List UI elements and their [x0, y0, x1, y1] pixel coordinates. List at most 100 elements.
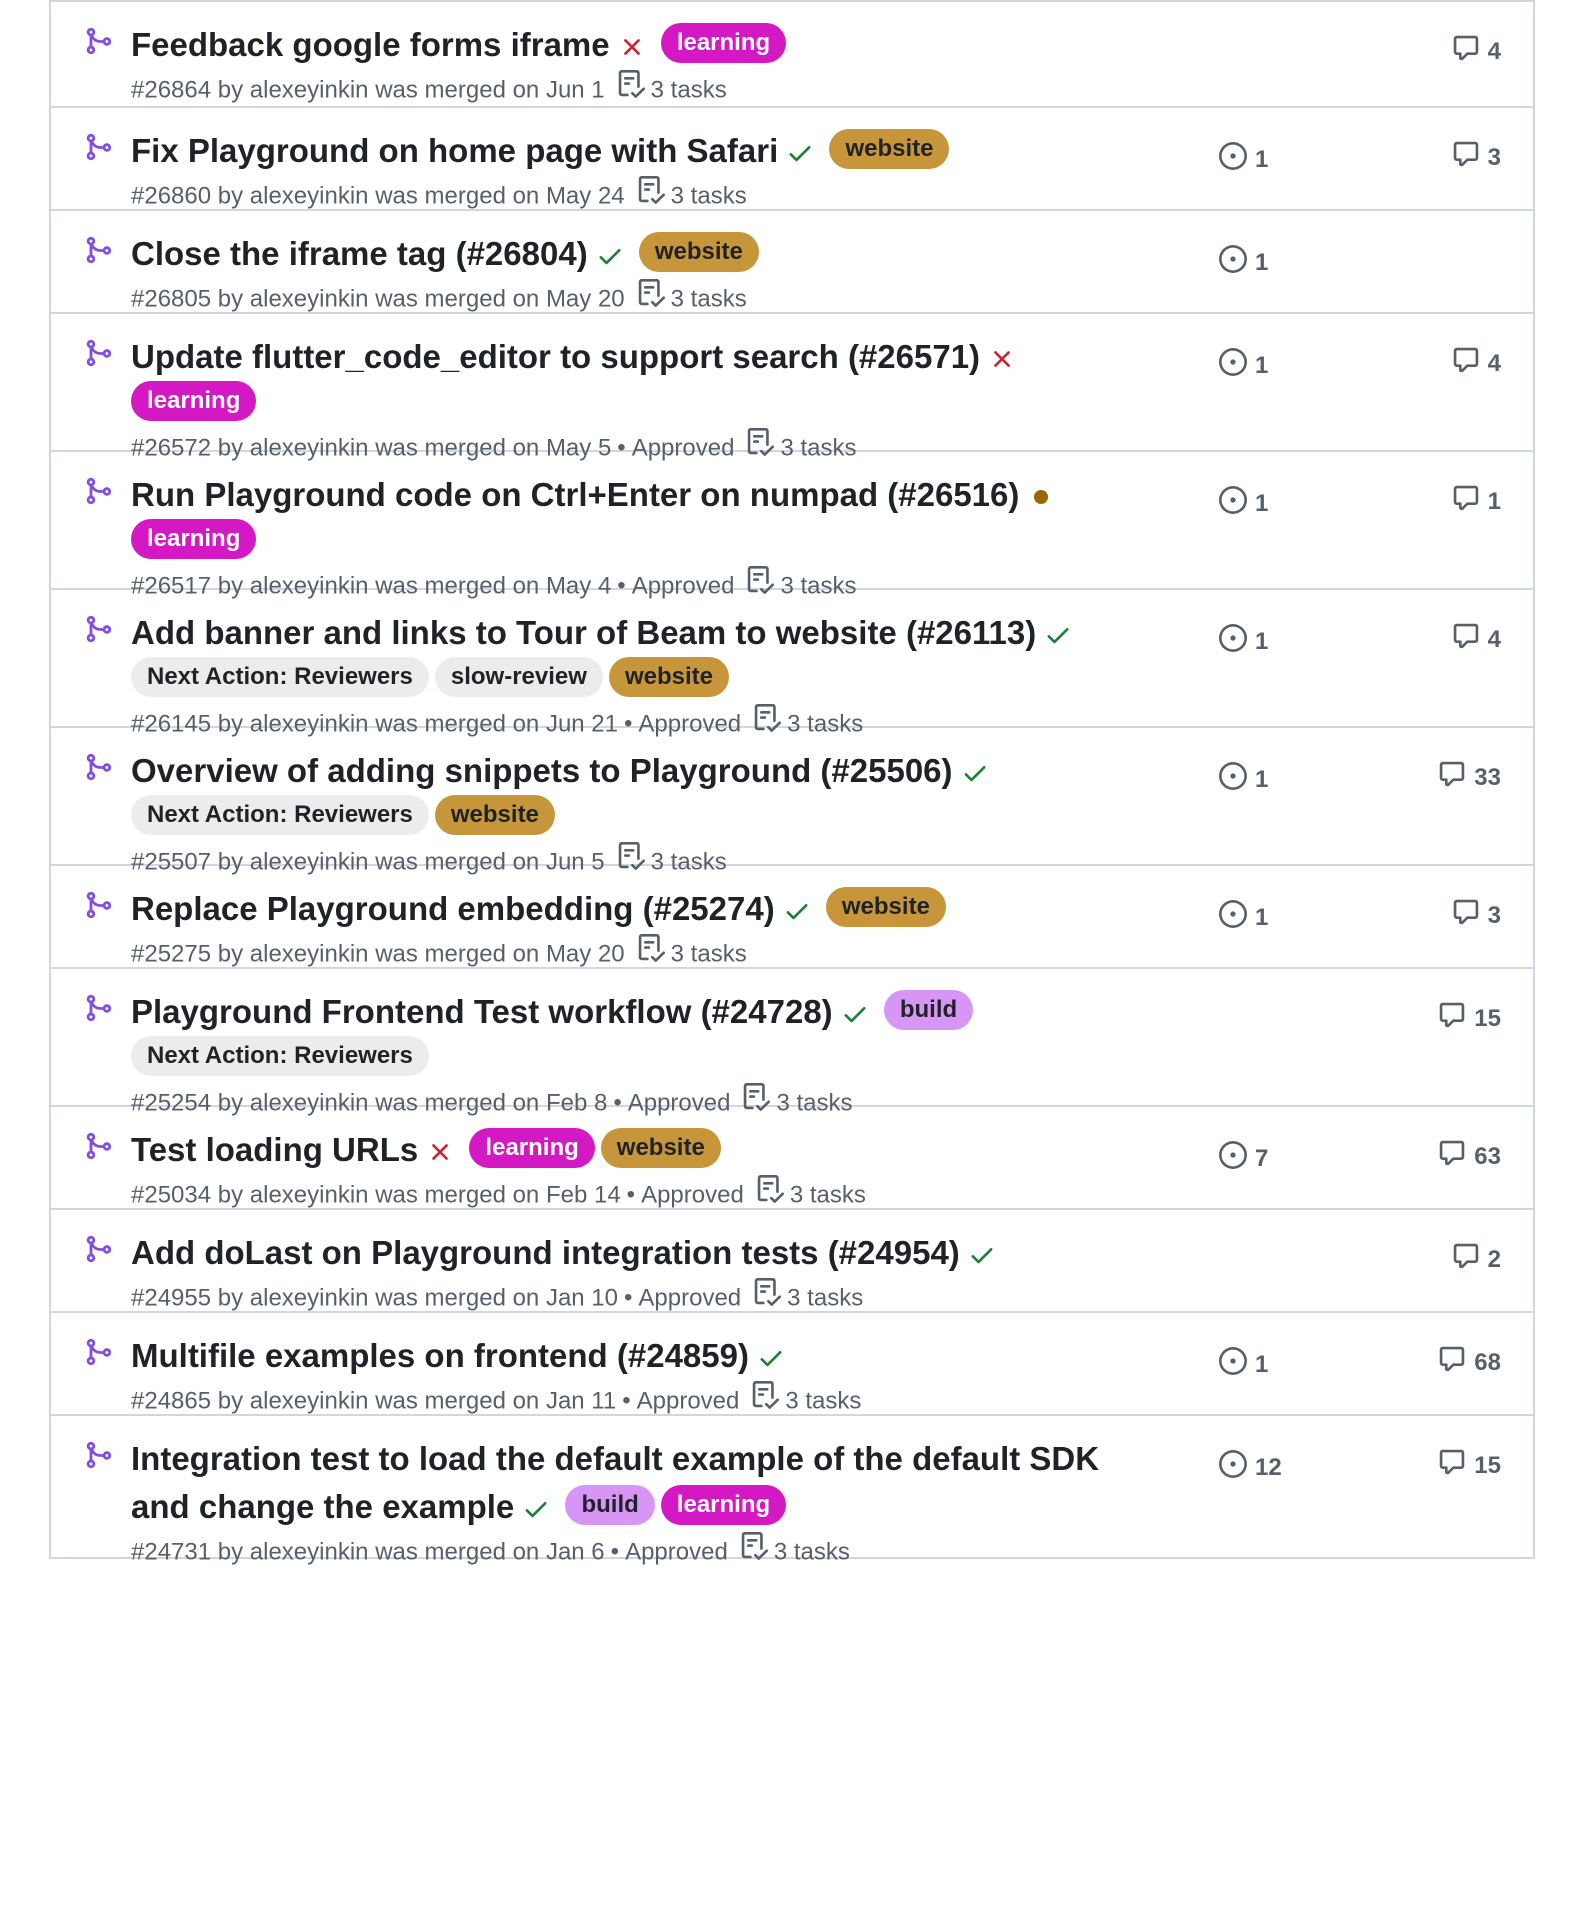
- comments-link[interactable]: 3: [1452, 898, 1501, 933]
- label-website[interactable]: website: [638, 232, 759, 273]
- pr-author-link[interactable]: alexeyinkin: [250, 1284, 369, 1311]
- pr-merged-date[interactable]: was merged on May 20: [375, 285, 624, 312]
- comments-link[interactable]: 2: [1452, 1242, 1501, 1277]
- pr-row[interactable]: Run Playground code on Ctrl+Enter on num…: [51, 452, 1533, 599]
- comments-link[interactable]: 4: [1452, 346, 1501, 381]
- pr-merged-date[interactable]: was merged on Jan 6: [375, 1538, 604, 1565]
- pr-merged-date[interactable]: was merged on Jun 1: [375, 76, 604, 103]
- pr-row[interactable]: Add doLast on Playground integration tes…: [51, 1210, 1533, 1313]
- label-learning[interactable]: learning: [660, 1485, 787, 1526]
- pending-dot-icon[interactable]: [1027, 483, 1055, 511]
- pr-title-link[interactable]: Multifile examples on frontend (#24859): [131, 1337, 749, 1374]
- label-build[interactable]: build: [883, 990, 974, 1031]
- linked-issues[interactable]: 1: [1219, 762, 1268, 797]
- pr-author-link[interactable]: alexeyinkin: [250, 285, 369, 312]
- comments-link[interactable]: 3: [1452, 140, 1501, 175]
- pr-author-link[interactable]: alexeyinkin: [250, 1181, 369, 1208]
- pr-merged-date[interactable]: was merged on Feb 14: [375, 1181, 620, 1208]
- pr-title-link[interactable]: Update flutter_code_editor to support se…: [131, 338, 980, 375]
- label-build[interactable]: build: [565, 1485, 655, 1526]
- pr-row[interactable]: Playground Frontend Test workflow (#2472…: [51, 969, 1533, 1116]
- check-icon[interactable]: [786, 139, 814, 167]
- pr-title-link[interactable]: Overview of adding snippets to Playgroun…: [131, 752, 953, 789]
- tasks-count[interactable]: 3 tasks: [790, 1181, 866, 1208]
- linked-issues[interactable]: 1: [1219, 348, 1268, 383]
- pr-merged-date[interactable]: was merged on May 24: [375, 182, 624, 209]
- pr-author-link[interactable]: alexeyinkin: [250, 1387, 369, 1414]
- pr-title-link[interactable]: Add banner and links to Tour of Beam to …: [131, 614, 1036, 651]
- linked-issues[interactable]: 1: [1219, 624, 1268, 659]
- label-website[interactable]: website: [829, 129, 950, 170]
- pr-title-link[interactable]: Feedback google forms iframe: [131, 26, 610, 63]
- pr-merged-date[interactable]: was merged on Jan 10: [375, 1284, 618, 1311]
- pr-row[interactable]: Fix Playground on home page with Safari …: [51, 108, 1533, 211]
- x-icon[interactable]: [426, 1138, 454, 1166]
- tasks-count[interactable]: 3 tasks: [671, 940, 747, 967]
- tasks-count[interactable]: 3 tasks: [774, 1538, 850, 1565]
- linked-issues[interactable]: 12: [1219, 1450, 1282, 1485]
- review-status[interactable]: Approved: [637, 1387, 740, 1414]
- review-status[interactable]: Approved: [638, 1284, 741, 1311]
- pr-author-link[interactable]: alexeyinkin: [250, 940, 369, 967]
- label-website[interactable]: website: [434, 795, 555, 835]
- pr-title-link[interactable]: Test loading URLs: [131, 1131, 418, 1168]
- linked-issues[interactable]: 1: [1219, 900, 1268, 935]
- check-icon[interactable]: [841, 1000, 869, 1028]
- comments-link[interactable]: 4: [1452, 34, 1501, 69]
- linked-issues[interactable]: 7: [1219, 1141, 1268, 1176]
- label-learning[interactable]: learning: [469, 1128, 595, 1169]
- tasks-count[interactable]: 3 tasks: [651, 76, 727, 103]
- pr-merged-date[interactable]: was merged on Jan 11: [375, 1387, 616, 1414]
- pr-row[interactable]: Update flutter_code_editor to support se…: [51, 314, 1533, 461]
- pr-title-link[interactable]: Close the iframe tag (#26804): [131, 235, 588, 272]
- label-next-action-reviewers[interactable]: Next Action: Reviewers: [131, 795, 429, 835]
- label-website[interactable]: website: [825, 887, 946, 928]
- check-icon[interactable]: [1044, 621, 1072, 649]
- pr-title-link[interactable]: Playground Frontend Test workflow (#2472…: [131, 993, 833, 1030]
- pr-merged-date[interactable]: was merged on May 20: [375, 940, 624, 967]
- pr-title-link[interactable]: Run Playground code on Ctrl+Enter on num…: [131, 476, 1019, 513]
- x-icon[interactable]: [988, 345, 1016, 373]
- pr-row[interactable]: Replace Playground embedding (#25274) we…: [51, 866, 1533, 969]
- label-next-action-reviewers[interactable]: Next Action: Reviewers: [131, 1036, 429, 1076]
- pr-author-link[interactable]: alexeyinkin: [250, 182, 369, 209]
- check-icon[interactable]: [783, 897, 811, 925]
- linked-issues[interactable]: 1: [1219, 142, 1268, 177]
- label-learning[interactable]: learning: [660, 23, 787, 64]
- pr-row[interactable]: Test loading URLs learning website #25034 …: [51, 1107, 1533, 1210]
- pr-row[interactable]: Integration test to load the default exa…: [51, 1416, 1533, 1565]
- review-status[interactable]: Approved: [641, 1181, 744, 1208]
- pr-title-link[interactable]: Replace Playground embedding (#25274): [131, 890, 775, 927]
- comments-link[interactable]: 4: [1452, 622, 1501, 657]
- label-slow-review[interactable]: slow-review: [434, 657, 603, 697]
- pr-row[interactable]: Add banner and links to Tour of Beam to …: [51, 590, 1533, 737]
- pr-author-link[interactable]: alexeyinkin: [250, 1538, 369, 1565]
- pr-row[interactable]: Multifile examples on frontend (#24859) …: [51, 1313, 1533, 1416]
- label-next-action-reviewers[interactable]: Next Action: Reviewers: [131, 657, 429, 697]
- label-learning[interactable]: learning: [131, 519, 257, 559]
- check-icon[interactable]: [522, 1495, 550, 1523]
- tasks-count[interactable]: 3 tasks: [671, 285, 747, 312]
- check-icon[interactable]: [961, 759, 989, 787]
- x-icon[interactable]: [618, 33, 646, 61]
- tasks-count[interactable]: 3 tasks: [671, 182, 747, 209]
- linked-issues[interactable]: 1: [1219, 486, 1268, 521]
- review-status[interactable]: Approved: [625, 1538, 728, 1565]
- pr-row[interactable]: Feedback google forms iframe learning #26…: [51, 2, 1533, 108]
- tasks-count[interactable]: 3 tasks: [785, 1387, 861, 1414]
- comments-link[interactable]: 33: [1438, 760, 1501, 795]
- pr-title-link[interactable]: Fix Playground on home page with Safari: [131, 132, 778, 169]
- comments-link[interactable]: 63: [1438, 1139, 1501, 1174]
- check-icon[interactable]: [757, 1344, 785, 1372]
- pr-author-link[interactable]: alexeyinkin: [250, 76, 369, 103]
- check-icon[interactable]: [968, 1241, 996, 1269]
- pr-row[interactable]: Close the iframe tag (#26804) website #26…: [51, 211, 1533, 314]
- comments-link[interactable]: 1: [1452, 484, 1501, 519]
- linked-issues[interactable]: 1: [1219, 1347, 1268, 1382]
- comments-link[interactable]: 15: [1438, 1001, 1501, 1036]
- tasks-count[interactable]: 3 tasks: [787, 1284, 863, 1311]
- comments-link[interactable]: 15: [1438, 1448, 1501, 1483]
- pr-row[interactable]: Overview of adding snippets to Playgroun…: [51, 728, 1533, 875]
- label-website[interactable]: website: [600, 1128, 721, 1169]
- comments-link[interactable]: 68: [1438, 1345, 1501, 1380]
